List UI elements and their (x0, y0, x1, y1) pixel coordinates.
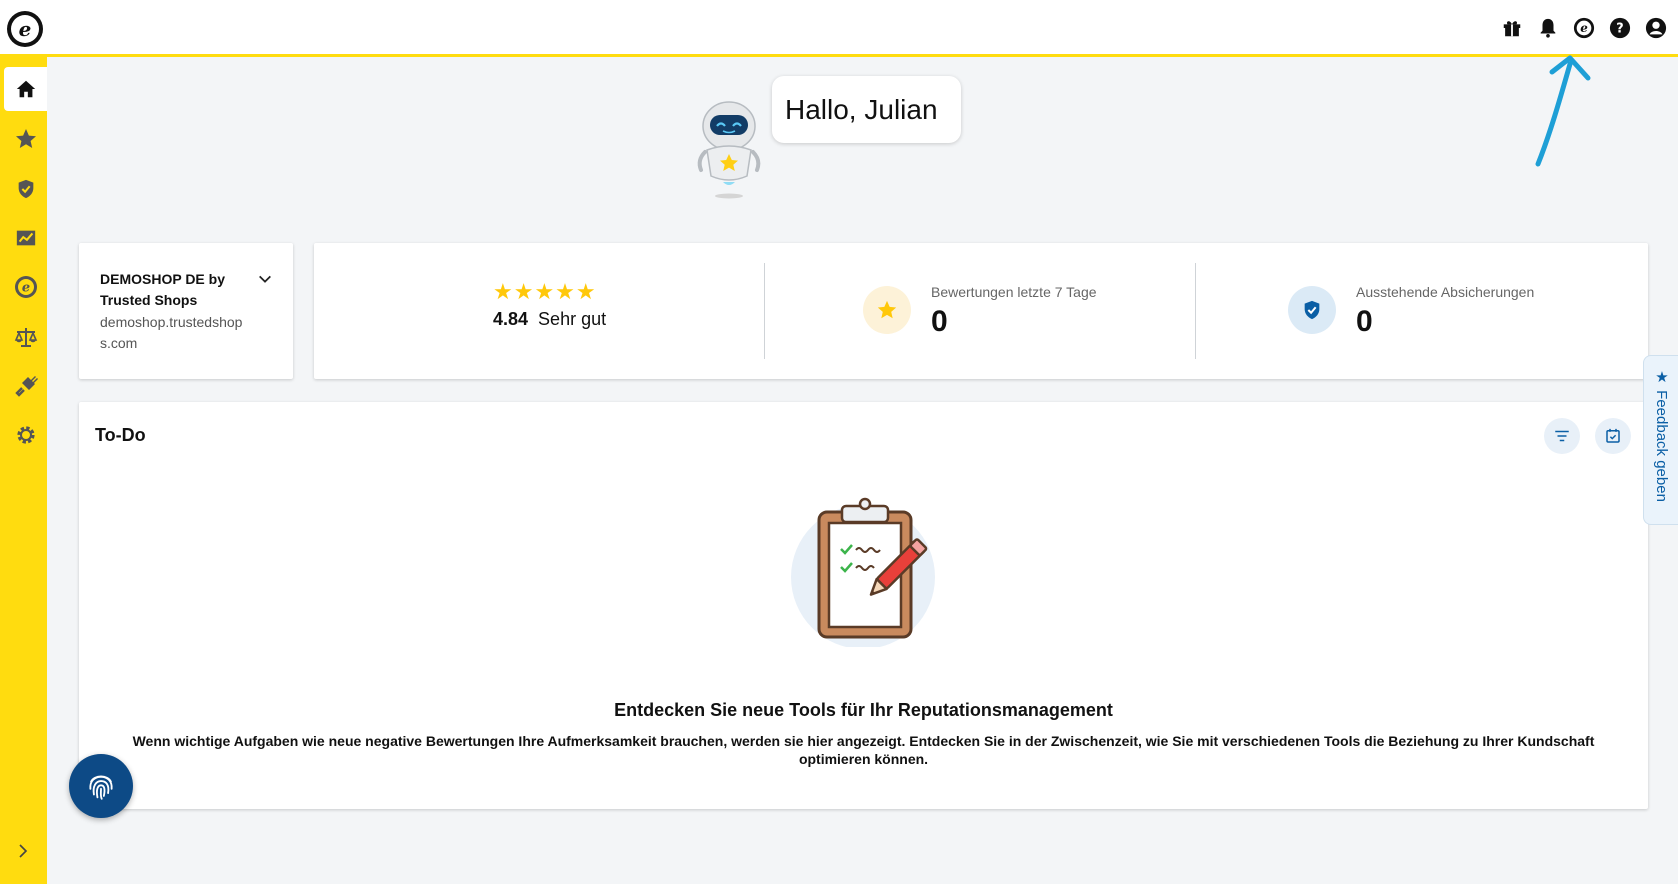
top-icons: e ? (1500, 16, 1668, 40)
feedback-tab[interactable]: ★ Feedback geben (1643, 355, 1678, 525)
clipboard-illustration (791, 497, 935, 647)
sidebar-item-analytics[interactable] (4, 216, 47, 260)
todo-empty-heading: Entdecken Sie neue Tools für Ihr Reputat… (614, 700, 1113, 720)
top-bar: e e ? (0, 0, 1678, 57)
fingerprint-icon (89, 775, 113, 800)
shop-name: DEMOSHOP DE by Trusted Shops (100, 271, 225, 308)
star-icon (15, 129, 36, 148)
arrow-annotation (1535, 55, 1591, 167)
bell-icon[interactable] (1536, 16, 1560, 40)
gift-icon[interactable] (1500, 16, 1524, 40)
chart-icon (16, 230, 35, 246)
stats-card: ★★★★★ 4.84 Sehr gut Bewertungen letzte 7… (314, 243, 1648, 379)
feedback-label: ★ Feedback geben (1653, 368, 1670, 502)
sidebar: e (0, 57, 47, 884)
sidebar-item-reviews[interactable] (4, 117, 47, 161)
filter-icon (1555, 430, 1569, 442)
sidebar-item-trustedshops[interactable]: e (4, 265, 47, 309)
svg-text:e: e (21, 281, 29, 296)
divider (764, 263, 765, 359)
logo-letter: e (11, 15, 39, 43)
sidebar-item-integrations[interactable] (4, 364, 47, 408)
shop-url: demoshop.trustedshops.com (100, 314, 243, 351)
chevron-right-icon (19, 844, 28, 858)
star-icon (877, 300, 897, 319)
help-icon[interactable]: ? (1608, 16, 1632, 40)
sidebar-item-legal[interactable] (4, 315, 47, 359)
sidebar-expand-button[interactable] (4, 832, 42, 870)
rating-stars: ★★★★★ (493, 279, 597, 304)
shield-icon (1304, 300, 1320, 320)
reviews-value: 0 (931, 305, 948, 338)
shop-dropdown-toggle[interactable] (257, 271, 273, 292)
svg-text:?: ? (1616, 22, 1623, 37)
account-icon[interactable] (1644, 16, 1668, 40)
greeting-bubble: Hallo, Julian (772, 76, 961, 143)
trustedshops-icon: e (14, 276, 37, 298)
sidebar-item-settings[interactable] (4, 413, 47, 457)
svg-text:e: e (1580, 21, 1588, 35)
calendar-button[interactable] (1595, 418, 1631, 454)
shield-icon (18, 179, 33, 199)
todo-title: To-Do (95, 425, 146, 445)
filter-button[interactable] (1544, 418, 1580, 454)
calendar-icon (1606, 428, 1620, 443)
privacy-fingerprint-button[interactable] (69, 754, 133, 818)
gear-icon (16, 426, 35, 444)
plug-icon (14, 376, 38, 397)
reviews-label: Bewertungen letzte 7 Tage (931, 284, 1097, 300)
sidebar-item-protection[interactable] (4, 167, 47, 211)
pending-value: 0 (1356, 305, 1373, 338)
home-icon (16, 80, 35, 98)
rating-label: Sehr gut (538, 309, 607, 329)
todo-card: To-Do Entdecken Sie neue Tools für Ihr R… (79, 402, 1648, 809)
robot-mascot (697, 101, 761, 199)
protection-shield-badge (1288, 286, 1336, 334)
chevron-down-icon (259, 275, 271, 283)
rating-block: ★★★★★ 4.84 Sehr gut (493, 279, 606, 330)
todo-empty-text: Wenn wichtige Aufgaben wie neue negative… (132, 733, 1595, 767)
trustedshops-logo[interactable]: e (7, 11, 43, 47)
shop-selector-card[interactable]: DEMOSHOP DE by Trusted Shops demoshop.tr… (79, 243, 293, 379)
rating-value: 4.84 (493, 309, 529, 329)
scale-icon (14, 328, 37, 347)
trustedshops-icon[interactable]: e (1572, 16, 1596, 40)
sidebar-item-home[interactable] (4, 67, 47, 111)
review-star-badge (863, 286, 911, 334)
pending-label: Ausstehende Absicherungen (1356, 284, 1535, 300)
divider (1195, 263, 1196, 359)
